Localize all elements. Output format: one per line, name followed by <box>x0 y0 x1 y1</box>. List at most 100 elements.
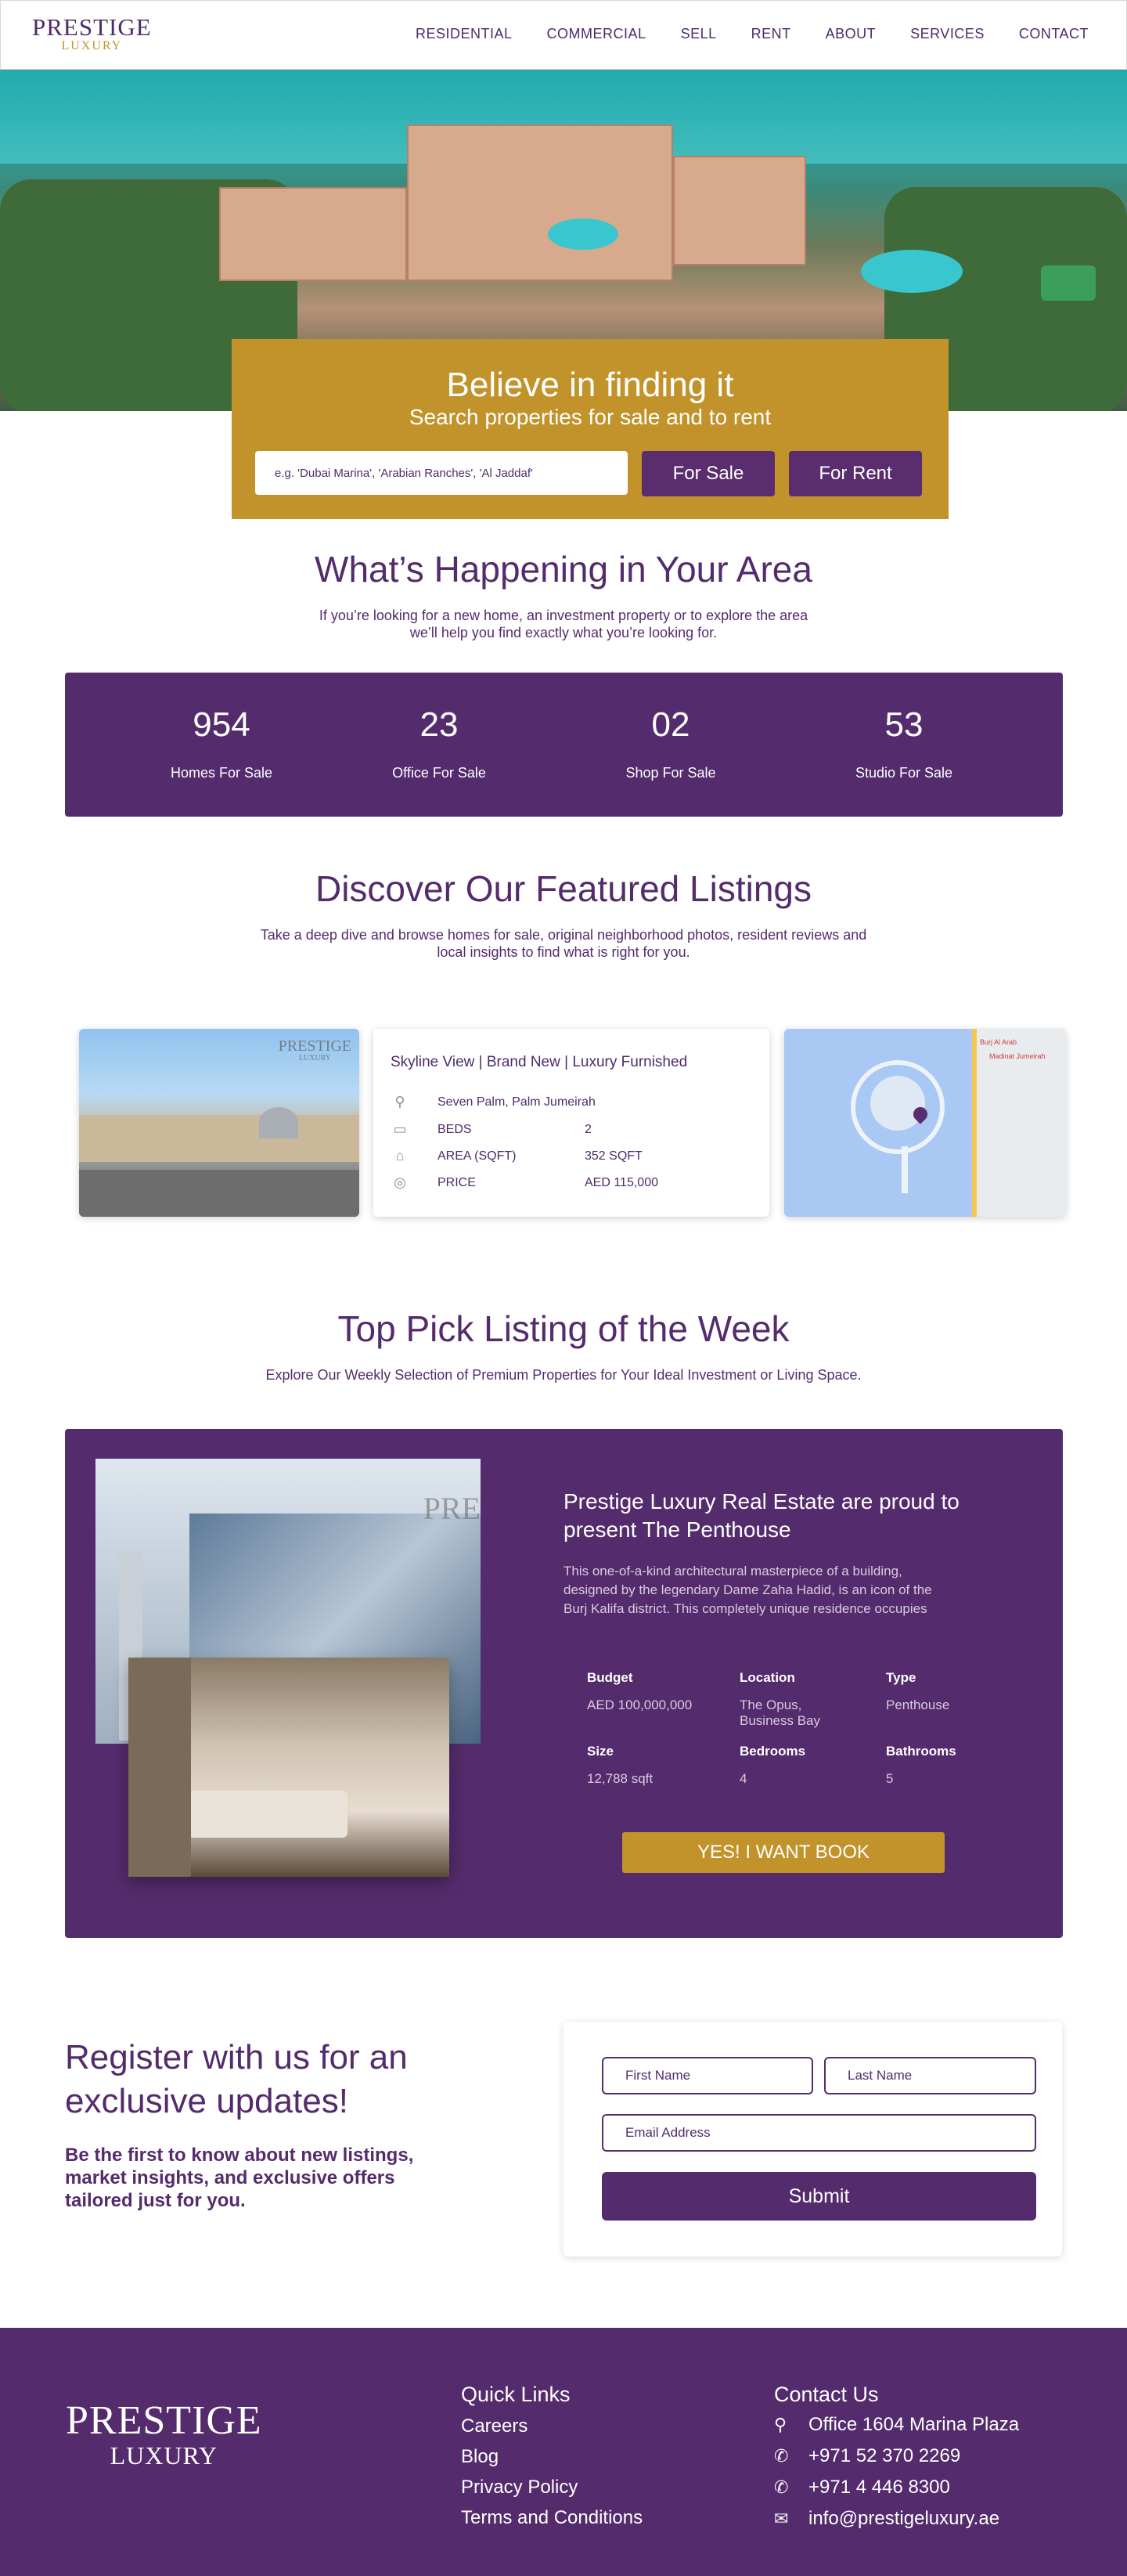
building-icon: ⌂ <box>395 1148 405 1164</box>
nav-rent[interactable]: RENT <box>751 26 791 42</box>
area-label: AREA (SQFT) <box>437 1149 517 1163</box>
area-value: 352 SQFT <box>585 1149 643 1163</box>
phone-icon: ✆ <box>774 2477 789 2497</box>
book-now-button[interactable]: YES! I WANT BOOK <box>622 1832 945 1873</box>
location-search-input[interactable] <box>255 451 628 495</box>
stat-shop: 02 Shop For Sale <box>569 673 772 781</box>
bathrooms-value: 5 <box>886 1771 894 1786</box>
type-label: Type <box>886 1670 916 1685</box>
beds-value: 2 <box>585 1123 592 1136</box>
mail-icon: ✉ <box>774 2509 789 2528</box>
description-line: This one-of-a-kind architectural masterp… <box>564 1564 902 1578</box>
stat-label: Office For Sale <box>392 765 486 781</box>
footer-logo[interactable]: PRESTIGE LUXURY <box>66 2398 262 2470</box>
location-value-line1: The Opus, <box>740 1697 802 1712</box>
register-form: Submit <box>564 2022 1062 2257</box>
hero-resort-wing <box>673 156 806 265</box>
register-subtitle: Be the first to know about new listings,… <box>65 2144 413 2212</box>
nav-sell[interactable]: SELL <box>681 26 717 42</box>
footer-logo-wordmark: PRESTIGE <box>66 2398 262 2443</box>
featured-listing-details[interactable]: Skyline View | Brand New | Luxury Furnis… <box>373 1029 769 1217</box>
stat-label: Studio For Sale <box>855 765 953 781</box>
toppick-description: This one-of-a-kind architectural masterp… <box>564 1562 932 1618</box>
photo-road <box>79 1170 359 1217</box>
contact-email[interactable]: ✉ info@prestigeluxury.ae <box>774 2508 999 2530</box>
type-value: Penthouse <box>886 1697 950 1712</box>
featured-section-title: Discover Our Featured Listings <box>315 868 812 909</box>
map-label: Madinat Jumeirah <box>989 1052 1046 1060</box>
bedrooms-label: Bedrooms <box>740 1744 806 1759</box>
hero-pool <box>861 250 963 293</box>
toppick-panel: PRE Prestige Luxury Real Estate are prou… <box>65 1429 1063 1938</box>
bed-icon: ▭ <box>393 1121 407 1137</box>
hero-resort-building <box>407 124 673 281</box>
stat-homes: 954 Homes For Sale <box>120 673 323 781</box>
listing-title: Skyline View | Brand New | Luxury Furnis… <box>391 1054 688 1070</box>
listing-location: Seven Palm, Palm Jumeirah <box>437 1095 596 1109</box>
logo-subwordmark: LUXURY <box>61 39 123 52</box>
area-subtitle-line2: we’ll help you find exactly what you’re … <box>409 625 718 640</box>
map-palm-trunk <box>902 1146 908 1193</box>
first-name-field[interactable] <box>602 2057 813 2094</box>
contact-phone-mobile[interactable]: ✆ +971 52 370 2269 <box>774 2445 960 2467</box>
listing-area-row: ⌂ AREA (SQFT) 352 SQFT <box>389 1148 643 1165</box>
bathrooms-label: Bathrooms <box>886 1744 956 1759</box>
location-label: Location <box>740 1670 795 1685</box>
stat-studio: 53 Studio For Sale <box>802 673 1006 781</box>
size-label: Size <box>587 1744 614 1759</box>
logo-wordmark: PRESTIGE <box>32 13 152 41</box>
contact-title: Contact Us <box>774 2383 879 2406</box>
watermark-text: PRESTIGE <box>278 1037 351 1055</box>
footer-link-terms[interactable]: Terms and Conditions <box>461 2507 643 2529</box>
map-palm-fronds <box>870 1076 925 1131</box>
register-title-line1: Register with us for an <box>65 2038 408 2076</box>
location-pin-icon: ⚲ <box>394 1094 405 1109</box>
penthouse-interior-photo <box>128 1658 449 1877</box>
listing-beds-row: ▭ BEDS 2 <box>389 1121 592 1138</box>
listing-location-row: ⚲ Seven Palm, Palm Jumeirah <box>389 1094 596 1111</box>
phone-text: +971 52 370 2269 <box>808 2445 961 2466</box>
featured-listing-photo[interactable]: PRESTIGE LUXURY <box>79 1029 359 1217</box>
for-rent-button[interactable]: For Rent <box>789 451 922 496</box>
interior-sofa <box>175 1791 347 1838</box>
email-field[interactable] <box>602 2114 1036 2152</box>
nav-commercial[interactable]: COMMERCIAL <box>547 26 646 42</box>
stat-number: 954 <box>193 705 250 744</box>
nav-contact[interactable]: CONTACT <box>1019 26 1089 42</box>
nav-services[interactable]: SERVICES <box>910 26 985 42</box>
footer-link-careers[interactable]: Careers <box>461 2415 527 2437</box>
stat-number: 53 <box>884 705 924 744</box>
nav-residential[interactable]: RESIDENTIAL <box>416 26 513 42</box>
submit-button[interactable]: Submit <box>602 2172 1036 2221</box>
footer-link-privacy[interactable]: Privacy Policy <box>461 2477 578 2498</box>
register-subtitle-line: tailored just for you. <box>65 2190 246 2211</box>
phone-icon: ✆ <box>774 2446 789 2466</box>
last-name-field[interactable] <box>824 2057 1036 2094</box>
hero-subtitle: Search properties for sale and to rent <box>409 405 772 429</box>
budget-value: AED 100,000,000 <box>587 1697 693 1712</box>
toppick-section-title: Top Pick Listing of the Week <box>337 1308 790 1349</box>
stats-panel: 954 Homes For Sale 23 Office For Sale 02… <box>65 673 1063 817</box>
price-value: AED 115,000 <box>585 1176 658 1189</box>
stat-number: 02 <box>651 705 690 744</box>
listing-location-map[interactable]: Madinat Jumeirah Burj Al Arab <box>784 1029 1066 1217</box>
for-sale-button[interactable]: For Sale <box>642 451 775 496</box>
brand-logo[interactable]: PRESTIGE LUXURY <box>32 15 152 52</box>
hero-pool <box>548 218 618 250</box>
photo-dome <box>259 1107 298 1138</box>
hero-resort-wing <box>219 187 407 281</box>
description-line: designed by the legendary Dame Zaha Hadi… <box>564 1582 932 1597</box>
map-label: Burj Al Arab <box>980 1038 1017 1046</box>
main-menu: RESIDENTIAL COMMERCIAL SELL RENT ABOUT S… <box>416 26 1089 42</box>
footer-link-blog[interactable]: Blog <box>461 2446 499 2468</box>
area-subtitle-line1: If you’re looking for a new home, an inv… <box>319 608 808 623</box>
photo-buildings <box>79 1115 359 1162</box>
nav-about[interactable]: ABOUT <box>826 26 877 42</box>
contact-address: ⚲ Office 1604 Marina Plaza <box>774 2414 1019 2436</box>
photo-watermark: PRESTIGE LUXURY <box>279 1038 351 1063</box>
phone-text: +971 4 446 8300 <box>808 2477 950 2498</box>
stat-office: 23 Office For Sale <box>337 673 541 781</box>
bedrooms-value: 4 <box>740 1771 747 1786</box>
contact-phone-office[interactable]: ✆ +971 4 446 8300 <box>774 2477 950 2498</box>
camera-icon: ◎ <box>394 1174 406 1190</box>
